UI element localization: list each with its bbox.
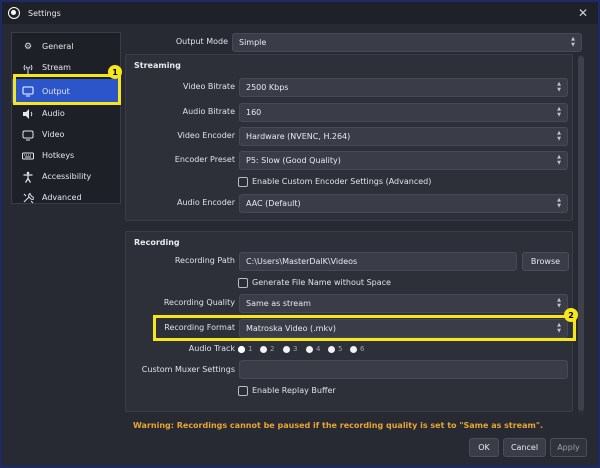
video-encoder-value: Hardware (NVENC, H.264) xyxy=(246,132,351,141)
callout-badge-2: 2 xyxy=(564,308,578,322)
title-bar: Settings ✕ xyxy=(2,2,598,24)
settings-sidebar: ⚙ General Stream Output Audio Video Hotk… xyxy=(11,32,121,204)
select-arrows-icon: ▲ ▼ xyxy=(557,297,561,309)
recording-path-label: Recording Path xyxy=(174,256,235,265)
sidebar-item-label: Advanced xyxy=(42,193,82,202)
accessibility-icon xyxy=(22,171,34,183)
streaming-title: Streaming xyxy=(134,61,181,70)
audio-encoder-value: AAC (Default) xyxy=(246,199,301,208)
sidebar-item-hotkeys[interactable]: Hotkeys xyxy=(12,145,120,166)
sidebar-item-label: Accessibility xyxy=(42,172,92,181)
custom-encoder-checkbox[interactable] xyxy=(238,177,248,187)
recording-quality-value: Same as stream xyxy=(246,299,311,308)
gear-icon: ⚙ xyxy=(23,41,33,52)
obs-logo-icon xyxy=(8,7,20,19)
replay-buffer-checkbox[interactable] xyxy=(238,386,248,396)
audio-track-radio-1[interactable] xyxy=(238,346,245,353)
replay-buffer-label: Enable Replay Buffer xyxy=(252,386,336,395)
sidebar-item-label: Video xyxy=(42,130,65,139)
sidebar-item-label: General xyxy=(42,42,74,51)
select-arrows-icon: ▲ ▼ xyxy=(557,154,561,166)
output-mode-value: Simple xyxy=(239,38,267,47)
audio-track-radio-4[interactable] xyxy=(306,346,313,353)
audio-track-radio-2[interactable] xyxy=(260,346,267,353)
encoder-preset-value: P5: Slow (Good Quality) xyxy=(246,156,341,165)
audio-track-num: 6 xyxy=(360,345,365,353)
audio-track-radio-6[interactable] xyxy=(350,346,357,353)
ok-button[interactable]: OK xyxy=(469,438,499,457)
audio-bitrate-select[interactable]: 160 ▲ ▼ xyxy=(239,103,568,122)
audio-track-num: 4 xyxy=(316,345,321,353)
recording-title: Recording xyxy=(134,238,180,247)
cancel-button[interactable]: Cancel xyxy=(503,438,546,457)
close-icon[interactable]: ✕ xyxy=(578,6,588,20)
select-arrows-icon: ▲ ▼ xyxy=(557,106,561,118)
output-highlight-box xyxy=(13,74,121,105)
sidebar-item-audio[interactable]: Audio xyxy=(12,103,120,124)
settings-scrollbar[interactable] xyxy=(578,54,584,416)
custom-muxer-label: Custom Muxer Settings xyxy=(141,365,235,374)
recording-format-highlight-box xyxy=(153,315,576,341)
encoder-preset-select[interactable]: P5: Slow (Good Quality) ▲ ▼ xyxy=(239,151,568,170)
sidebar-item-general[interactable]: ⚙ General xyxy=(12,36,120,57)
video-bitrate-label: Video Bitrate xyxy=(182,82,235,91)
audio-track-num: 3 xyxy=(293,345,298,353)
sidebar-item-label: Stream xyxy=(42,63,71,72)
settings-window: Settings ✕ ⚙ General Stream Output Audio xyxy=(0,0,600,468)
video-bitrate-value: 2500 Kbps xyxy=(246,83,289,92)
sidebar-item-label: Audio xyxy=(42,109,65,118)
video-encoder-select[interactable]: Hardware (NVENC, H.264) ▲ ▼ xyxy=(239,127,568,146)
audio-track-radio-5[interactable] xyxy=(328,346,335,353)
monitor-icon xyxy=(22,129,34,141)
audio-track-label: Audio Track xyxy=(188,344,235,353)
select-arrows-icon: ▲ ▼ xyxy=(571,36,575,48)
audio-bitrate-value: 160 xyxy=(246,108,262,117)
filename-no-space-label: Generate File Name without Space xyxy=(252,278,391,287)
audio-track-num: 5 xyxy=(338,345,343,353)
encoder-preset-label: Encoder Preset xyxy=(174,155,235,164)
recording-quality-label: Recording Quality xyxy=(163,298,235,307)
audio-encoder-select[interactable]: AAC (Default) ▲ ▼ xyxy=(239,194,568,213)
filename-no-space-checkbox[interactable] xyxy=(238,278,248,288)
scrollbar-thumb[interactable] xyxy=(578,56,584,411)
select-arrows-icon: ▲ ▼ xyxy=(557,130,561,142)
custom-encoder-label: Enable Custom Encoder Settings (Advanced… xyxy=(252,177,432,186)
video-bitrate-spinbox[interactable]: 2500 Kbps ▲ ▼ xyxy=(239,78,568,97)
output-mode-select[interactable]: Simple ▲ ▼ xyxy=(232,33,582,52)
antenna-icon xyxy=(22,62,34,74)
select-arrows-icon: ▲ ▼ xyxy=(557,197,561,209)
spin-arrows-icon[interactable]: ▲ ▼ xyxy=(555,81,563,93)
sidebar-item-video[interactable]: Video xyxy=(12,124,120,145)
window-title: Settings xyxy=(28,8,61,18)
apply-button[interactable]: Apply xyxy=(550,438,587,457)
keyboard-icon xyxy=(22,150,34,162)
sidebar-item-advanced[interactable]: Advanced xyxy=(12,187,120,208)
audio-encoder-label: Audio Encoder xyxy=(177,198,235,207)
custom-muxer-input[interactable] xyxy=(239,360,568,379)
output-mode-label: Output Mode xyxy=(175,37,228,46)
audio-track-num: 2 xyxy=(270,345,275,353)
wrench-icon xyxy=(22,192,34,204)
warning-message: Warning: Recordings cannot be paused if … xyxy=(133,421,544,430)
recording-quality-select[interactable]: Same as stream ▲ ▼ xyxy=(239,294,568,313)
audio-track-num: 1 xyxy=(248,345,253,353)
audio-track-radio-3[interactable] xyxy=(283,346,290,353)
recording-path-input[interactable]: C:\Users\MasterDalK\Videos xyxy=(239,252,517,271)
speaker-icon xyxy=(22,108,34,120)
sidebar-item-accessibility[interactable]: Accessibility xyxy=(12,166,120,187)
callout-badge-1: 1 xyxy=(108,65,122,79)
sidebar-item-label: Hotkeys xyxy=(42,151,75,160)
browse-button[interactable]: Browse xyxy=(522,252,569,271)
video-encoder-label: Video Encoder xyxy=(177,131,235,140)
audio-bitrate-label: Audio Bitrate xyxy=(182,107,235,116)
